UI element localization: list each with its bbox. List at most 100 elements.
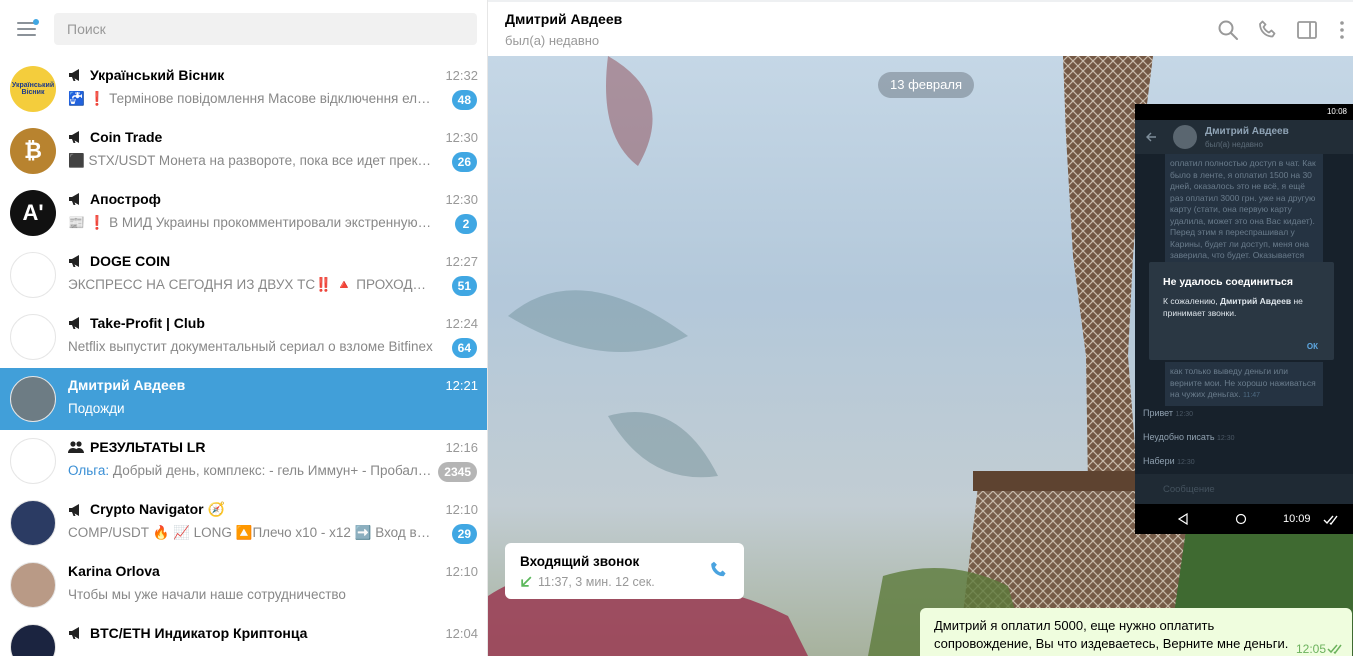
conversation-title[interactable]: Дмитрий Авдеев [505, 11, 622, 27]
chat-preview: Подожди [68, 401, 446, 416]
phone-call-icon[interactable] [1256, 18, 1280, 42]
chat-title-text: Coin Trade [90, 129, 163, 145]
preview-text: Добрый день, комплекс: - гель Иммун+ - П… [109, 463, 433, 478]
outgoing-message-time: 12:05 [1295, 642, 1326, 656]
megaphone-channel-icon [68, 130, 90, 144]
chat-title: Karina Orlova [68, 563, 418, 579]
conversation-header: Дмитрий Авдеев был(а) недавно [488, 0, 1353, 56]
chat-list-item[interactable]: РЕЗУЛЬТАТЫ LR 12:16 Ольга: Добрый день, ко… [0, 430, 487, 492]
call-back-phone-icon[interactable] [708, 559, 730, 581]
dialog-title: Не удалось соединиться [1163, 276, 1294, 288]
group-icon [68, 440, 90, 454]
sidebar-toggle-icon[interactable] [1295, 18, 1319, 42]
chat-preview: COMP/USDT 🔥 📈 LONG 🔼Плечо x10 - x12 ➡️ В… [68, 525, 433, 541]
chat-list-item[interactable]: Дмитрий Авдеев 12:21 Подожди [0, 368, 487, 430]
read-double-check-icon [1327, 644, 1342, 655]
chat-avatar [10, 562, 56, 608]
chat-title-text: BTC/ETH Индикатор Криптонца [90, 625, 308, 641]
chat-list-item[interactable]: Karina Orlova 12:10 Чтобы мы уже начали на… [0, 554, 487, 616]
chat-list-sidebar: Український Вісник Український Вісник 12:3… [0, 0, 488, 656]
chat-time: 12:24 [445, 316, 478, 331]
chat-time: 12:32 [445, 68, 478, 83]
call-title: Входящий звонок [520, 554, 640, 569]
chat-avatar [10, 314, 56, 360]
megaphone-channel-icon [68, 68, 90, 82]
chat-list-item[interactable]: Take-Profit | Club 12:24 Netflix выпустит … [0, 306, 487, 368]
chat-title-text: Український Вісник [90, 67, 225, 83]
preview-text: ЭКСПРЕСС НА СЕГОДНЯ ИЗ ДВУХ ТС‼️ 🔺 ПРОХО… [68, 277, 433, 292]
chat-list-item[interactable]: ₿ Coin Trade 12:30 ⬛ STX/USDT Монета на раз… [0, 120, 487, 182]
dialog-body: К сожалению, Дмитрий Авдеев не принимает… [1163, 296, 1303, 318]
chat-title: Crypto Navigator 🧭 [68, 501, 418, 518]
chat-title: Апостроф [68, 191, 418, 207]
nav-home-icon [1235, 513, 1247, 525]
embedded-phone-screenshot[interactable]: 10:08 Дмитрий Авдеев был(а) недавно опла… [1135, 104, 1353, 534]
chat-list-item[interactable]: DOGE COIN 12:27 ЭКСПРЕСС НА СЕГОДНЯ ИЗ ДВУ… [0, 244, 487, 306]
megaphone-channel-icon [68, 254, 90, 268]
phone-message-input: Сообщение [1135, 474, 1353, 504]
megaphone-channel-icon [68, 503, 90, 517]
outgoing-message-text: Дмитрий я оплатил 5000, еще нужно оплати… [934, 618, 1289, 651]
chat-list-item[interactable]: A' Апостроф 12:30 📰 ❗ В МИД Украины прокомм… [0, 182, 487, 244]
phone-message-bottom: как только выведу деньги или верните мои… [1165, 362, 1323, 406]
phone-incoming-message: Привет 12:30 [1143, 408, 1194, 418]
chat-preview: Ольга: Добрый день, комплекс: - гель Имм… [68, 463, 433, 478]
conversation-status: был(а) недавно [505, 33, 600, 48]
preview-text: COMP/USDT 🔥 📈 LONG 🔼Плечо x10 - x12 ➡️ В… [68, 525, 433, 540]
unread-count-badge: 29 [451, 524, 477, 544]
chat-title: РЕЗУЛЬТАТЫ LR [68, 439, 418, 455]
chat-title: Український Вісник [68, 67, 418, 83]
menu-notification-dot [33, 19, 39, 25]
phone-status-bar: 10:08 [1135, 104, 1353, 120]
chat-title-text: Take-Profit | Club [90, 315, 205, 331]
unread-count-badge: 26 [451, 152, 477, 172]
phone-incoming-message: Неудобно писать 12:30 [1143, 432, 1235, 442]
conversation-pane: Дмитрий Авдеев был(а) недавно 13 февраля… [488, 0, 1353, 656]
chat-avatar: ₿ [10, 128, 56, 174]
outgoing-message[interactable]: Дмитрий я оплатил 5000, еще нужно оплати… [920, 608, 1352, 656]
chat-title: Coin Trade [68, 129, 418, 145]
connection-failed-dialog: Не удалось соединиться К сожалению, Дмит… [1149, 262, 1334, 360]
call-meta: 11:37, 3 мин. 12 сек. [538, 575, 655, 589]
chat-preview: Чтобы мы уже начали наше сотрудничество [68, 587, 446, 602]
chat-list-item[interactable]: Crypto Navigator 🧭 12:10 COMP/USDT 🔥 📈 LON… [0, 492, 487, 554]
search-input[interactable] [54, 13, 477, 45]
unread-count-badge: 2 [455, 214, 477, 234]
more-options-icon[interactable] [1330, 18, 1353, 42]
incoming-call-message[interactable]: Входящий звонок 11:37, 3 мин. 12 сек. [505, 543, 744, 599]
double-check-icon [1323, 515, 1338, 525]
chat-title-text: Crypto Navigator 🧭 [90, 501, 225, 517]
hamburger-menu-button[interactable] [14, 17, 42, 41]
chat-time: 12:04 [445, 626, 478, 641]
chat-title: Дмитрий Авдеев [68, 377, 418, 393]
chat-preview: 🚰 ❗ Термінове повідомлення Масове відклю… [68, 91, 433, 107]
chat-title-text: РЕЗУЛЬТАТЫ LR [90, 439, 206, 455]
phone-nav-bar: 10:09 [1135, 504, 1353, 534]
chat-time: 12:10 [445, 502, 478, 517]
dialog-ok-button: ОК [1306, 342, 1318, 351]
chat-list-item[interactable]: BTC/ETH Индикатор Криптонца 12:04 [0, 616, 487, 656]
chat-title-text: Апостроф [90, 191, 161, 207]
phone-incoming-message: Набери 12:30 [1143, 456, 1195, 466]
preview-text: Подожди [68, 401, 125, 416]
unread-count-badge: 48 [451, 90, 477, 110]
chat-time: 12:30 [445, 130, 478, 145]
phone-chat-header: Дмитрий Авдеев был(а) недавно [1135, 120, 1353, 154]
preview-text: ⬛ STX/USDT Монета на развороте, пока все… [68, 153, 433, 168]
chat-preview: 📰 ❗ В МИД Украины прокомментировали экст… [68, 215, 433, 231]
chat-title-text: Karina Orlova [68, 563, 160, 579]
phone-avatar [1173, 125, 1197, 149]
preview-text: 📰 ❗ В МИД Украины прокомментировали экст… [68, 215, 433, 230]
nav-back-icon [1177, 513, 1188, 525]
chat-avatar [10, 500, 56, 546]
megaphone-channel-icon [68, 626, 90, 640]
chat-time: 12:30 [445, 192, 478, 207]
search-icon[interactable] [1216, 18, 1240, 42]
chat-time: 12:16 [445, 440, 478, 455]
chat-list-item[interactable]: Український Вісник Український Вісник 12:3… [0, 58, 487, 120]
chat-time: 12:10 [445, 564, 478, 579]
unread-count-badge: 51 [451, 276, 477, 296]
preview-text: Чтобы мы уже начали наше сотрудничество [68, 587, 346, 602]
preview-text: 🚰 ❗ Термінове повідомлення Масове відклю… [68, 91, 433, 106]
back-arrow-icon [1146, 132, 1156, 142]
